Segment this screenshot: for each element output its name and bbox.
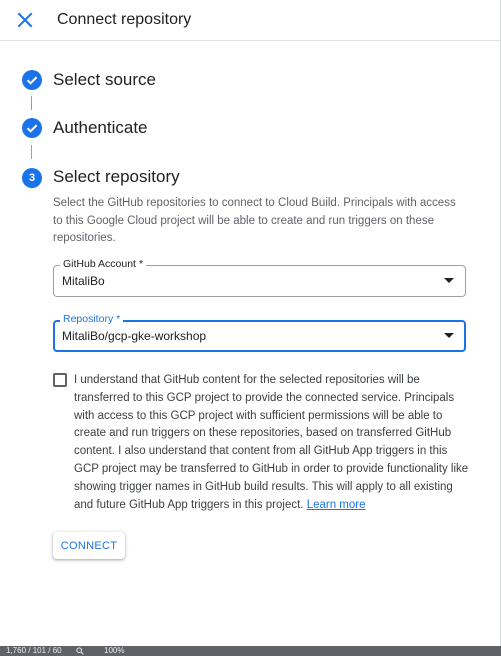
- status-zoom: 100%: [104, 646, 125, 655]
- check-circle-icon: [22, 118, 42, 138]
- learn-more-link[interactable]: Learn more: [307, 499, 366, 511]
- step-title: Authenticate: [53, 118, 148, 137]
- dropdown-arrow-icon: [444, 278, 454, 283]
- status-bar: 1,760 / 101 / 60 100%: [0, 646, 501, 656]
- step-title: Select repository: [53, 167, 180, 186]
- close-icon: [17, 12, 33, 28]
- github-account-select[interactable]: GitHub Account * MitaliBo: [53, 258, 466, 297]
- repository-value: MitaliBo/gcp-gke-workshop: [62, 329, 207, 343]
- status-coordinates: 1,760 / 101 / 60: [6, 646, 62, 655]
- repository-label: Repository *: [60, 313, 124, 325]
- connect-button[interactable]: CONNECT: [53, 532, 125, 559]
- step-title: Select source: [53, 70, 156, 89]
- step-connector: [31, 145, 32, 159]
- consent-checkbox[interactable]: [53, 373, 67, 387]
- check-circle-icon: [22, 70, 42, 90]
- dropdown-arrow-icon: [444, 333, 454, 338]
- step-number-badge: 3: [22, 168, 42, 188]
- repository-select[interactable]: Repository * MitaliBo/gcp-gke-workshop: [53, 313, 466, 352]
- github-account-label: GitHub Account *: [60, 258, 146, 270]
- step-description: Select the GitHub repositories to connec…: [53, 197, 456, 244]
- consent-text-block: I understand that GitHub content for the…: [74, 372, 474, 514]
- magnifier-icon: [76, 647, 84, 655]
- step-connector: [31, 96, 32, 110]
- panel-header: Connect repository: [0, 0, 501, 41]
- github-account-value: MitaliBo: [62, 274, 105, 288]
- connect-repository-panel: Connect repository Select source Authent…: [0, 0, 501, 646]
- panel-title: Connect repository: [57, 11, 192, 28]
- consent-text: I understand that GitHub content for the…: [74, 374, 469, 511]
- close-button[interactable]: [14, 9, 36, 31]
